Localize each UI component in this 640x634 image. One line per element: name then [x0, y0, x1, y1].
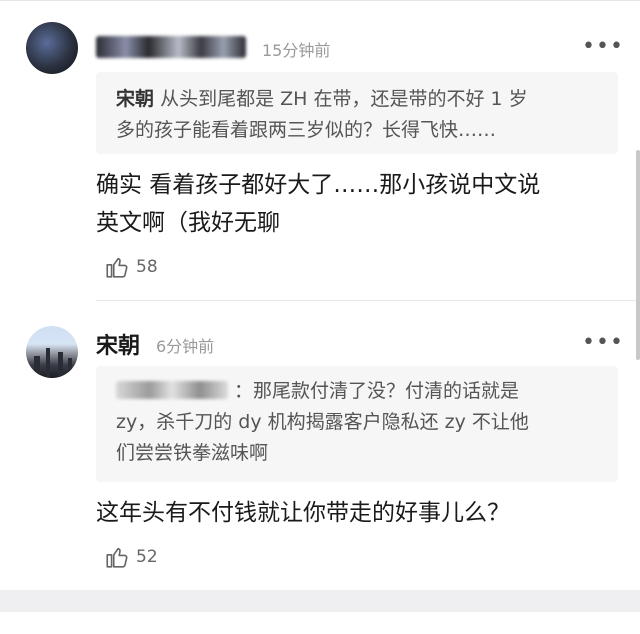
- quoted-reply: ：那尾款付清了没？付清的话就是 zy，杀千刀的 dy 机构揭露客户隐私还 zy …: [96, 366, 618, 482]
- comment-divider: [96, 300, 640, 301]
- quoted-text-line1: 从头到尾都是 ZH 在带，还是带的不好 1 岁: [160, 88, 528, 110]
- comment-body-line1: 这年头有不付钱就让你带走的好事儿么？: [96, 500, 510, 526]
- comment-time: 15分钟前: [262, 41, 331, 60]
- like-button[interactable]: 52: [104, 544, 158, 570]
- comment-time: 6分钟前: [156, 337, 215, 356]
- avatar[interactable]: [26, 326, 78, 378]
- avatar[interactable]: [26, 22, 78, 74]
- comment-body-line2: 英文啊（我好无聊: [96, 210, 280, 236]
- comment-body-line1: 确实 看着孩子都好大了……那小孩说中文说: [96, 172, 541, 198]
- more-dots-icon[interactable]: •••: [582, 332, 624, 354]
- quoted-user-name[interactable]: 宋朝: [116, 88, 154, 110]
- quoted-reply: 宋朝 从头到尾都是 ZH 在带，还是带的不好 1 岁 多的孩子能看着跟两三岁似的…: [96, 72, 618, 154]
- quoted-text-line2: 多的孩子能看着跟两三岁似的？长得飞快……: [116, 119, 497, 141]
- thumbs-up-icon: [106, 547, 128, 568]
- quoted-text-line2: zy，杀千刀的 dy 机构揭露客户隐私还 zy 不让他: [116, 411, 529, 433]
- comment-body: 这年头有不付钱就让你带走的好事儿么？: [96, 494, 616, 532]
- comment-body: 确实 看着孩子都好大了……那小孩说中文说 英文啊（我好无聊: [96, 166, 616, 242]
- like-count: 52: [136, 547, 158, 567]
- quoted-text-line3: 们尝尝铁拳滋味啊: [116, 442, 269, 464]
- like-count: 58: [136, 257, 158, 277]
- quoted-user-name-blurred[interactable]: [116, 381, 228, 399]
- top-divider: [0, 0, 640, 1]
- like-button[interactable]: 58: [104, 254, 158, 280]
- username-blurred[interactable]: [96, 36, 246, 58]
- thumbs-up-icon: [106, 257, 128, 278]
- quoted-text-line1: ：那尾款付清了没？付清的话就是: [234, 380, 520, 402]
- scrollbar[interactable]: [636, 150, 640, 360]
- section-separator: [0, 590, 640, 612]
- username[interactable]: 宋朝: [96, 328, 140, 360]
- more-dots-icon[interactable]: •••: [582, 36, 624, 58]
